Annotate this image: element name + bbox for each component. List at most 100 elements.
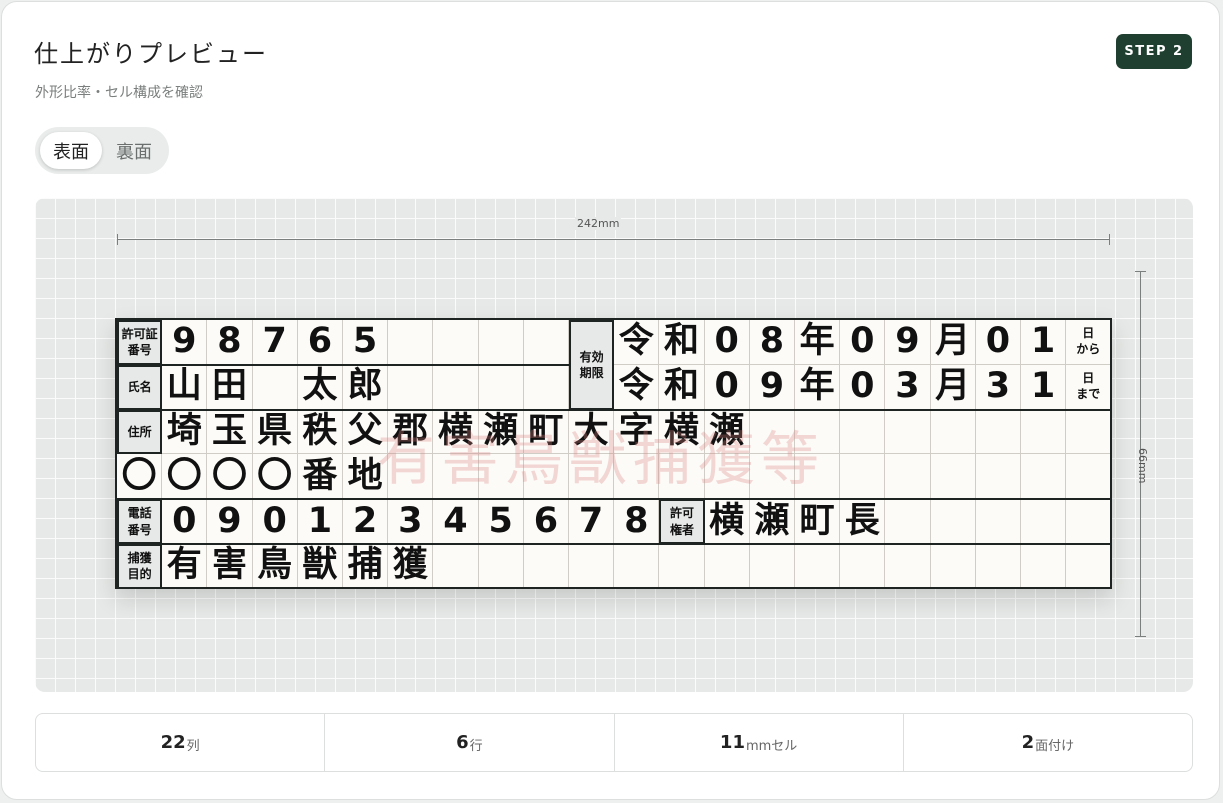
address-cell: 郡 — [388, 409, 434, 455]
address-cell — [749, 409, 795, 455]
purpose-cell — [1066, 544, 1110, 587]
valid-from-cell: 0 — [704, 320, 750, 365]
permit-authority-cell — [885, 499, 931, 544]
stat-imposition: 2 面付け — [1021, 732, 1075, 754]
purpose-cell — [705, 544, 750, 587]
phone-cell: 4 — [433, 499, 479, 544]
address-cell: 玉 — [207, 409, 253, 455]
name-cell — [478, 364, 524, 410]
valid-from-cell: 1 — [1021, 320, 1067, 365]
permit-number-cell: 9 — [162, 320, 208, 365]
valid-until-cell: 3 — [885, 364, 931, 410]
address-cell: 横 — [659, 409, 705, 455]
name-cell — [252, 364, 298, 410]
preview-canvas: 242mm 66mm 許可証 番号 9 8 7 6 5 有効 期限令和 0 8 年 0 9 月 0 1 日から 氏名… — [35, 198, 1193, 692]
stat-columns: 22 列 — [36, 714, 326, 771]
purpose-cell: 害 — [207, 544, 253, 587]
purpose-cell — [885, 544, 931, 587]
purpose-cell: 獣 — [298, 544, 343, 587]
row-separator — [117, 363, 569, 366]
permit-authority-cell: 長 — [840, 499, 886, 544]
valid-from-cell: 0 — [840, 320, 886, 365]
valid-from-suffix: 日から — [1066, 320, 1110, 365]
permit-number-label: 許可証 番号 — [117, 320, 163, 365]
permit-authority-cell: 横 — [704, 499, 750, 544]
valid-until-cell: 年 — [795, 364, 841, 410]
valid-from-cell: 8 — [749, 320, 795, 365]
address-cell — [840, 409, 886, 455]
phone-cell: 0 — [252, 499, 298, 544]
page-title: 仕上がりプレビュー — [34, 40, 268, 68]
tab-back[interactable]: 裏面 — [103, 132, 165, 169]
purpose-cell — [524, 544, 569, 587]
step-badge: STEP 2 — [1116, 34, 1192, 69]
address-cell: 字 — [614, 409, 660, 455]
address-cell: 〇 — [117, 454, 163, 500]
purpose-cell: 獲 — [388, 544, 434, 587]
valid-until-cell: 0 — [840, 364, 886, 410]
validity-label: 有効 期限 — [569, 320, 615, 410]
address-cell — [433, 454, 479, 500]
address-cell — [478, 454, 524, 500]
address-cell — [569, 454, 615, 500]
address-cell — [930, 454, 976, 500]
phone-cell: 3 — [388, 499, 434, 544]
address-cell: 瀬 — [704, 409, 750, 455]
stats-bar: 22 列 6行 11 mmセル 2 面付け — [35, 713, 1193, 772]
valid-from-cell: 令 — [614, 320, 660, 365]
row-separator — [117, 408, 1110, 411]
phone-cell: 2 — [343, 499, 389, 544]
permit-number-cell — [433, 320, 479, 365]
address-cell — [1066, 410, 1110, 455]
purpose-cell: 捕 — [343, 544, 389, 587]
valid-from-cell: 月 — [930, 320, 976, 365]
valid-from-cell: 9 — [885, 320, 931, 365]
valid-until-cell: 0 — [704, 364, 750, 410]
address-cell — [885, 409, 931, 455]
phone-label: 電話 番号 — [117, 499, 163, 544]
address-cell: 県 — [252, 409, 298, 455]
valid-from-cell: 和 — [659, 320, 705, 365]
permit-number-cell — [388, 320, 434, 365]
valid-until-cell: 月 — [930, 364, 976, 410]
name-cell: 太 — [297, 364, 343, 410]
address-cell — [930, 409, 976, 455]
page-subtitle: 外形比率・セル構成を確認 — [35, 85, 203, 101]
purpose-cell — [479, 544, 524, 587]
permit-authority-cell — [975, 499, 1021, 544]
address-cell: 〇 — [207, 454, 253, 500]
address-cell: 埼 — [162, 409, 208, 455]
phone-cell: 9 — [207, 499, 253, 544]
name-cell: 田 — [207, 364, 253, 410]
address-cell — [523, 454, 569, 500]
name-cell — [388, 364, 434, 410]
permit-number-cell — [523, 320, 569, 365]
valid-until-suffix: 日まで — [1066, 365, 1110, 410]
valid-from-cell: 0 — [975, 320, 1021, 365]
address-cell: 秩 — [297, 409, 343, 455]
permit-number-cell — [478, 320, 524, 365]
face-toggle: 表面 裏面 — [35, 127, 169, 174]
address-cell — [975, 454, 1021, 500]
address-cell — [1066, 454, 1110, 500]
height-dimension-label: 66mm — [1136, 448, 1149, 484]
valid-until-cell: 1 — [1021, 364, 1067, 410]
tab-front[interactable]: 表面 — [40, 132, 102, 169]
permit-authority-cell — [1066, 499, 1110, 544]
purpose-cell — [976, 544, 1021, 587]
address-cell — [659, 454, 705, 500]
address-cell: 〇 — [162, 454, 208, 500]
preview-card: 仕上がりプレビュー 外形比率・セル構成を確認 STEP 2 表面 裏面 242m… — [1, 1, 1220, 800]
purpose-cell — [795, 544, 841, 587]
address-cell — [1021, 409, 1067, 455]
purpose-cell — [840, 544, 886, 587]
address-cell — [795, 454, 841, 500]
address-cell — [1021, 454, 1067, 500]
address-label: 住所 — [117, 409, 163, 455]
name-label: 氏名 — [117, 364, 163, 410]
valid-until-cell: 和 — [659, 364, 705, 410]
address-cell — [885, 454, 931, 500]
permit-authority-label: 許可 権者 — [659, 499, 705, 544]
address-cell: 瀬 — [478, 409, 524, 455]
width-dimension-line — [117, 234, 1110, 245]
